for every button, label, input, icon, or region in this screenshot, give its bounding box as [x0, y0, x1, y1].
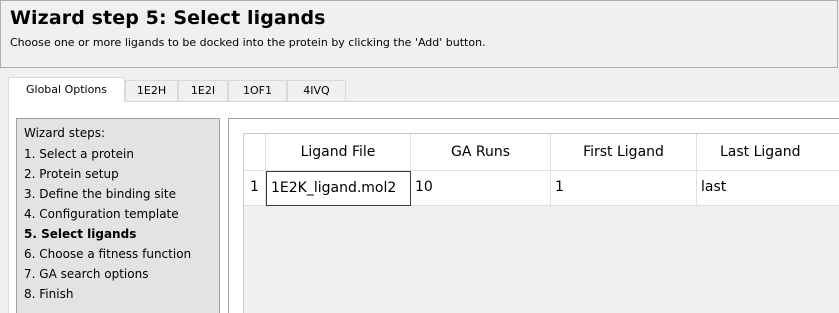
wizard-title: Wizard step 5: Select ligands: [10, 7, 326, 29]
cell-first-ligand[interactable]: 1: [551, 171, 697, 206]
wizard-step-3: 3. Define the binding site: [24, 187, 176, 201]
row-header[interactable]: 1: [244, 171, 266, 206]
wizard-step-8: 8. Finish: [24, 287, 74, 301]
column-header-ga-runs[interactable]: GA Runs: [411, 134, 551, 171]
tab-1of1[interactable]: 1OF1: [228, 80, 287, 102]
wizard-header: Wizard step 5: Select ligands Choose one…: [0, 0, 838, 68]
ligand-content-panel: Ligand File GA Runs First Ligand Last Li…: [228, 118, 839, 313]
wizard-step-6: 6. Choose a fitness function: [24, 247, 192, 261]
wizard-subtitle: Choose one or more ligands to be docked …: [10, 36, 486, 49]
column-header-first-ligand[interactable]: First Ligand: [551, 134, 697, 171]
column-header-ligand-file[interactable]: Ligand File: [266, 134, 411, 171]
table-corner: [244, 134, 266, 171]
tab-1e2h[interactable]: 1E2H: [125, 80, 178, 102]
ligand-table[interactable]: Ligand File GA Runs First Ligand Last Li…: [243, 133, 839, 313]
tab-global-options[interactable]: Global Options: [8, 77, 125, 102]
cell-ligand-file[interactable]: 1E2K_ligand.mol2: [266, 171, 411, 206]
wizard-step-1: 1. Select a protein: [24, 147, 134, 161]
wizard-steps-list: 1. Select a protein 2. Protein setup 3. …: [24, 146, 191, 306]
cell-ga-runs[interactable]: 10: [411, 171, 551, 206]
wizard-step-2: 2. Protein setup: [24, 167, 119, 181]
wizard-step-7: 7. GA search options: [24, 267, 149, 281]
wizard-steps-heading: Wizard steps:: [24, 126, 105, 140]
tab-1e2i[interactable]: 1E2I: [178, 80, 228, 102]
column-header-last-ligand[interactable]: Last Ligand: [697, 134, 839, 171]
tab-4ivq[interactable]: 4IVQ: [287, 80, 346, 102]
wizard-step-4: 4. Configuration template: [24, 207, 179, 221]
wizard-step-5-current: 5. Select ligands: [24, 227, 137, 241]
cell-last-ligand[interactable]: last: [697, 171, 839, 206]
wizard-steps-panel: Wizard steps: 1. Select a protein 2. Pro…: [16, 118, 220, 313]
